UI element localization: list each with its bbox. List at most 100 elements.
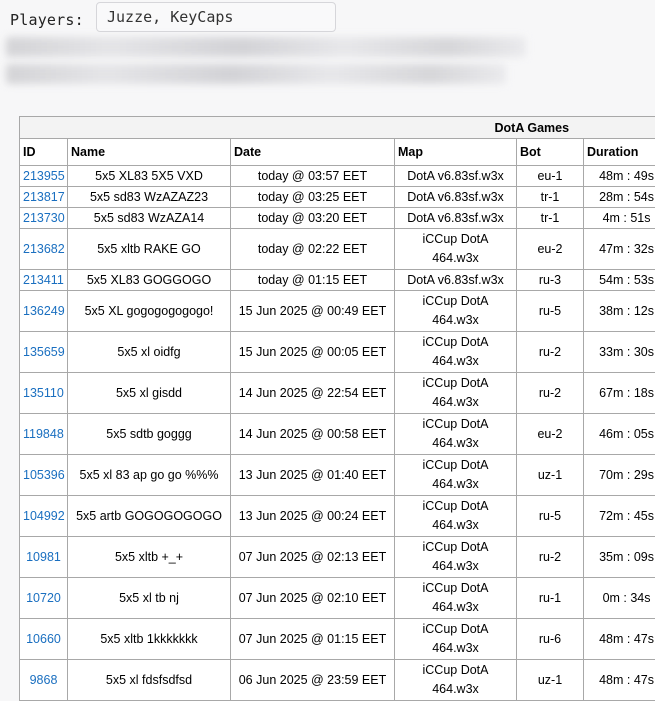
- column-header-name[interactable]: Name: [67, 138, 231, 166]
- game-id-link[interactable]: 213682: [23, 242, 65, 256]
- cell-map: iCCup DotA 464.w3x: [394, 290, 517, 332]
- game-id-link[interactable]: 213817: [23, 190, 65, 204]
- cell-name: 5x5 artb GOGOGOGOGO: [67, 495, 231, 537]
- cell-duration: 48m : 47s: [582, 618, 655, 660]
- cell-bot: ru-5: [516, 290, 584, 332]
- cell-id: 213955: [19, 165, 68, 187]
- table-row: 135659 5x5 xl oidfg 15 Jun 2025 @ 00:05 EE…: [19, 331, 655, 373]
- map-line-1: iCCup DotA: [422, 663, 489, 677]
- cell-bot: eu-2: [516, 228, 584, 270]
- column-header-date[interactable]: Date: [230, 138, 395, 166]
- map-line-2: 464.w3x: [432, 251, 479, 265]
- table-row: 135110 5x5 xl gisdd 14 Jun 2025 @ 22:54 EE…: [19, 372, 655, 414]
- map-line-2: 464.w3x: [432, 313, 479, 327]
- cell-date: today @ 03:20 EET: [230, 207, 395, 229]
- cell-id: 104992: [19, 495, 68, 537]
- game-id-link[interactable]: 119848: [23, 427, 64, 441]
- cell-duration: 48m : 49s: [582, 165, 655, 187]
- cell-bot: ru-1: [516, 577, 584, 619]
- cell-id: 213682: [19, 228, 68, 270]
- table-body: 213955 5x5 XL83 5X5 VXD today @ 03:57 EET D…: [19, 165, 655, 701]
- cell-duration: 70m : 29s: [582, 454, 655, 496]
- cell-id: 135659: [19, 331, 68, 373]
- table-row: 136249 5x5 XL gogogogogogo! 15 Jun 2025 @ …: [19, 290, 655, 332]
- players-input[interactable]: [96, 2, 336, 32]
- cell-date: today @ 01:15 EET: [230, 269, 395, 291]
- game-id-link[interactable]: 213955: [23, 169, 65, 183]
- cell-date: 15 Jun 2025 @ 00:49 EET: [230, 290, 395, 332]
- game-id-link[interactable]: 213411: [23, 273, 64, 287]
- cell-map: DotA v6.83sf.w3x: [394, 186, 517, 208]
- game-id-link[interactable]: 104992: [23, 509, 65, 523]
- cell-duration: 0m : 34s: [582, 577, 655, 619]
- cell-bot: ru-2: [516, 536, 584, 578]
- cell-date: today @ 03:57 EET: [230, 165, 395, 187]
- map-line-2: 464.w3x: [432, 600, 479, 614]
- cell-map: iCCup DotA 464.w3x: [394, 618, 517, 660]
- map-line-1: iCCup DotA: [422, 294, 489, 308]
- cell-bot: uz-1: [516, 454, 584, 496]
- game-id-link[interactable]: 136249: [23, 304, 65, 318]
- column-header-bot[interactable]: Bot: [516, 138, 584, 166]
- map-line-1: iCCup DotA: [422, 335, 489, 349]
- cell-id: 135110: [19, 372, 68, 414]
- cell-name: 5x5 xltb +_+: [67, 536, 231, 578]
- cell-date: 06 Jun 2025 @ 23:59 EET: [230, 659, 395, 701]
- table-row: 10660 5x5 xltb 1kkkkkkk 07 Jun 2025 @ 01:1…: [19, 618, 655, 660]
- table-row: 213682 5x5 xltb RAKE GO today @ 02:22 EET i…: [19, 228, 655, 270]
- table-row: 104992 5x5 artb GOGOGOGOGO 13 Jun 2025 @ 0…: [19, 495, 655, 537]
- map-line-2: 464.w3x: [432, 477, 479, 491]
- cell-map: DotA v6.83sf.w3x: [394, 269, 517, 291]
- table-row: 213817 5x5 sd83 WzAZAZ23 today @ 03:25 EET…: [19, 186, 655, 208]
- cell-duration: 38m : 12s: [582, 290, 655, 332]
- cell-id: 105396: [19, 454, 68, 496]
- cell-map: iCCup DotA 464.w3x: [394, 413, 517, 455]
- cell-duration: 28m : 54s: [582, 186, 655, 208]
- cell-date: 07 Jun 2025 @ 01:15 EET: [230, 618, 395, 660]
- cell-bot: uz-1: [516, 659, 584, 701]
- cell-duration: 54m : 53s: [582, 269, 655, 291]
- cell-name: 5x5 xl oidfg: [67, 331, 231, 373]
- game-id-link[interactable]: 9868: [30, 673, 58, 687]
- column-header-id[interactable]: ID: [19, 138, 68, 166]
- game-id-link[interactable]: 105396: [23, 468, 65, 482]
- map-line-2: 464.w3x: [432, 559, 479, 573]
- cell-id: 136249: [19, 290, 68, 332]
- column-header-map[interactable]: Map: [394, 138, 517, 166]
- players-filter: Players:: [10, 4, 84, 36]
- table-row: 10981 5x5 xltb +_+ 07 Jun 2025 @ 02:13 EET…: [19, 536, 655, 578]
- cell-bot: ru-5: [516, 495, 584, 537]
- game-id-link[interactable]: 10720: [26, 591, 61, 605]
- cell-duration: 46m : 05s: [582, 413, 655, 455]
- cell-bot: tr-1: [516, 207, 584, 229]
- game-id-link[interactable]: 135110: [23, 386, 64, 400]
- cell-map: DotA v6.83sf.w3x: [394, 207, 517, 229]
- cell-id: 213411: [19, 269, 68, 291]
- game-id-link[interactable]: 213730: [23, 211, 65, 225]
- game-id-link[interactable]: 10660: [26, 632, 61, 646]
- cell-duration: 48m : 47s: [582, 659, 655, 701]
- cell-name: 5x5 xl 83 ap go go %%%: [67, 454, 231, 496]
- map-line-1: iCCup DotA: [422, 581, 489, 595]
- cell-date: 13 Jun 2025 @ 01:40 EET: [230, 454, 395, 496]
- cell-name: 5x5 sdtb goggg: [67, 413, 231, 455]
- cell-duration: 4m : 51s: [582, 207, 655, 229]
- game-id-link[interactable]: 135659: [23, 345, 65, 359]
- map-line-1: iCCup DotA: [422, 540, 489, 554]
- blurred-filter-row: [6, 64, 506, 84]
- map-line-1: iCCup DotA: [422, 232, 489, 246]
- cell-bot: tr-1: [516, 186, 584, 208]
- cell-id: 10660: [19, 618, 68, 660]
- game-id-link[interactable]: 10981: [26, 550, 61, 564]
- map-line-2: 464.w3x: [432, 354, 479, 368]
- cell-bot: ru-6: [516, 618, 584, 660]
- map-line-2: 464.w3x: [432, 641, 479, 655]
- column-header-duration[interactable]: Duration: [582, 138, 655, 166]
- cell-duration: 67m : 18s: [582, 372, 655, 414]
- cell-name: 5x5 sd83 WzAZA14: [67, 207, 231, 229]
- cell-map: iCCup DotA 464.w3x: [394, 536, 517, 578]
- cell-duration: 72m : 45s: [582, 495, 655, 537]
- table-row: 213955 5x5 XL83 5X5 VXD today @ 03:57 EET D…: [19, 165, 655, 187]
- games-table-container: DotA Games ID Name Date Map Bot Duration…: [18, 116, 655, 701]
- cell-name: 5x5 XL83 GOGGOGO: [67, 269, 231, 291]
